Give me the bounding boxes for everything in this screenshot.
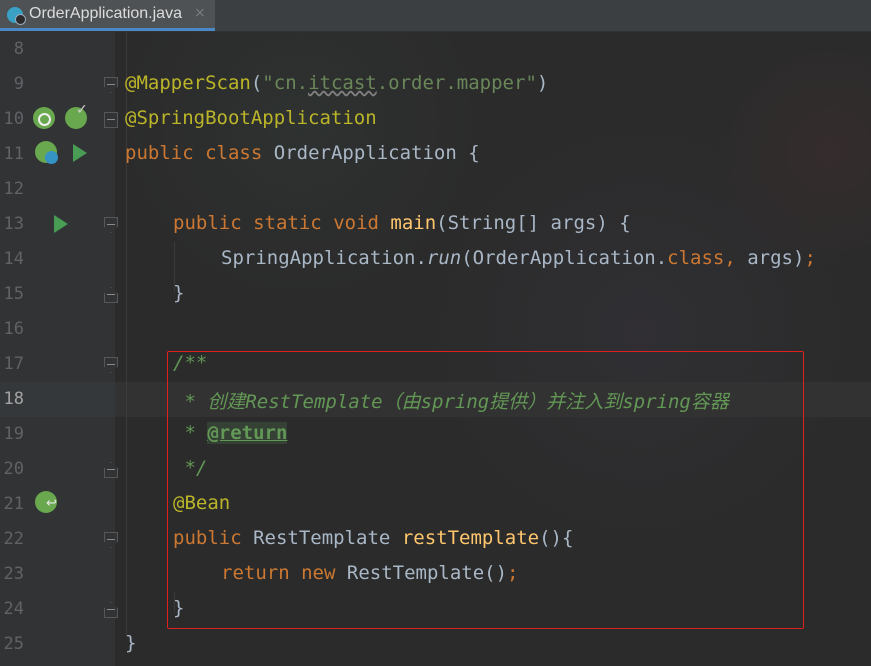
code-text: SpringApplication.run(OrderApplication.c… <box>221 247 816 269</box>
line-number: 14 <box>3 249 24 269</box>
line-number: 16 <box>3 319 24 339</box>
args-token: (OrderApplication. <box>461 247 668 269</box>
highlight-box <box>167 351 804 629</box>
code-text: @MapperScan("cn.itcast.order.mapper") <box>125 72 548 94</box>
class-token: SpringApplication. <box>221 247 427 269</box>
brace-token: } <box>173 282 185 304</box>
fold-marker[interactable] <box>104 357 118 373</box>
line-number: 9 <box>13 74 24 94</box>
code-line: 25 } <box>0 627 871 662</box>
fold-marker[interactable] <box>104 287 118 303</box>
fold-marker[interactable] <box>104 112 118 128</box>
code-line: 15 } <box>0 277 871 312</box>
paren-token: ) <box>536 72 549 94</box>
code-line: 9 @MapperScan("cn.itcast.order.mapper") <box>0 67 871 102</box>
line-number: 24 <box>3 599 24 619</box>
keyword-token: class <box>667 247 725 269</box>
string-token: cn. <box>273 72 309 94</box>
class-badge-icon <box>45 151 58 164</box>
brace-token: { <box>468 142 480 164</box>
comma-token: , <box>724 247 736 269</box>
string-token-typo: itcast <box>308 72 377 94</box>
run-icon[interactable] <box>54 215 68 233</box>
tab-order-application[interactable]: OrderApplication.java × <box>0 0 215 31</box>
line-number: 23 <box>3 564 24 584</box>
line-number: 15 <box>3 284 24 304</box>
code-line: 12 <box>0 172 871 207</box>
semicolon-token: ; <box>804 247 816 269</box>
class-name-token: OrderApplication <box>273 142 457 164</box>
code-text: public class OrderApplication { <box>125 142 480 164</box>
string-token: " <box>525 72 537 94</box>
code-line: 10 ✓ @SpringBootApplication <box>0 102 871 137</box>
keyword-token: static <box>253 212 322 234</box>
paren-token: ( <box>250 72 263 94</box>
code-text: public static void main(String[] args) { <box>173 212 631 234</box>
string-token: " <box>262 72 274 94</box>
line-number: 22 <box>3 529 24 549</box>
line-number: 17 <box>3 354 24 374</box>
keyword-token: class <box>205 142 263 164</box>
magnifier-icon <box>38 113 51 126</box>
static-method-token: run <box>426 247 462 269</box>
brace-token: } <box>125 632 137 654</box>
code-editor[interactable]: 8 9 @MapperScan("cn.itcast.order.mapper"… <box>0 32 871 666</box>
close-icon[interactable]: × <box>194 5 206 21</box>
line-number: 11 <box>3 144 24 164</box>
chevron-down-icon: ✓ <box>76 102 88 118</box>
line-number: 21 <box>3 494 24 514</box>
line-number: 19 <box>3 424 24 444</box>
tab-label: OrderApplication.java <box>29 5 182 22</box>
code-line: 14 SpringApplication.run(OrderApplicatio… <box>0 242 871 277</box>
line-number: 8 <box>13 39 24 59</box>
fold-marker[interactable] <box>104 462 118 478</box>
fold-marker[interactable] <box>104 602 118 618</box>
code-line: 16 <box>0 312 871 347</box>
line-number: 12 <box>3 179 24 199</box>
code-line: 8 <box>0 32 871 67</box>
annotation-token: @SpringBootApplication <box>125 107 377 129</box>
method-token: main <box>390 212 437 234</box>
arrow-left-icon: ↩ <box>46 496 57 511</box>
editor-tab-bar: OrderApplication.java × <box>0 0 871 32</box>
keyword-token: public <box>173 212 242 234</box>
line-number: 10 <box>3 109 24 129</box>
brace-token: { <box>619 212 631 234</box>
string-token: .order.mapper <box>376 72 526 94</box>
run-icon[interactable] <box>73 144 87 162</box>
code-line: 13 public static void main(String[] args… <box>0 207 871 242</box>
annotation-token: @MapperScan <box>125 72 251 94</box>
line-number: 25 <box>3 634 24 654</box>
args-token: args) <box>735 247 805 269</box>
fold-marker[interactable] <box>104 217 118 233</box>
fold-marker[interactable] <box>104 77 118 93</box>
code-line: 11 public class OrderApplication { <box>0 137 871 172</box>
keyword-token: public <box>125 142 194 164</box>
params-token: (String[] args) <box>436 212 608 234</box>
line-number: 20 <box>3 459 24 479</box>
line-number: 18 <box>3 389 24 409</box>
line-number: 13 <box>3 214 24 234</box>
java-class-icon <box>7 7 26 25</box>
fold-marker[interactable] <box>104 532 118 548</box>
keyword-token: void <box>333 212 379 234</box>
